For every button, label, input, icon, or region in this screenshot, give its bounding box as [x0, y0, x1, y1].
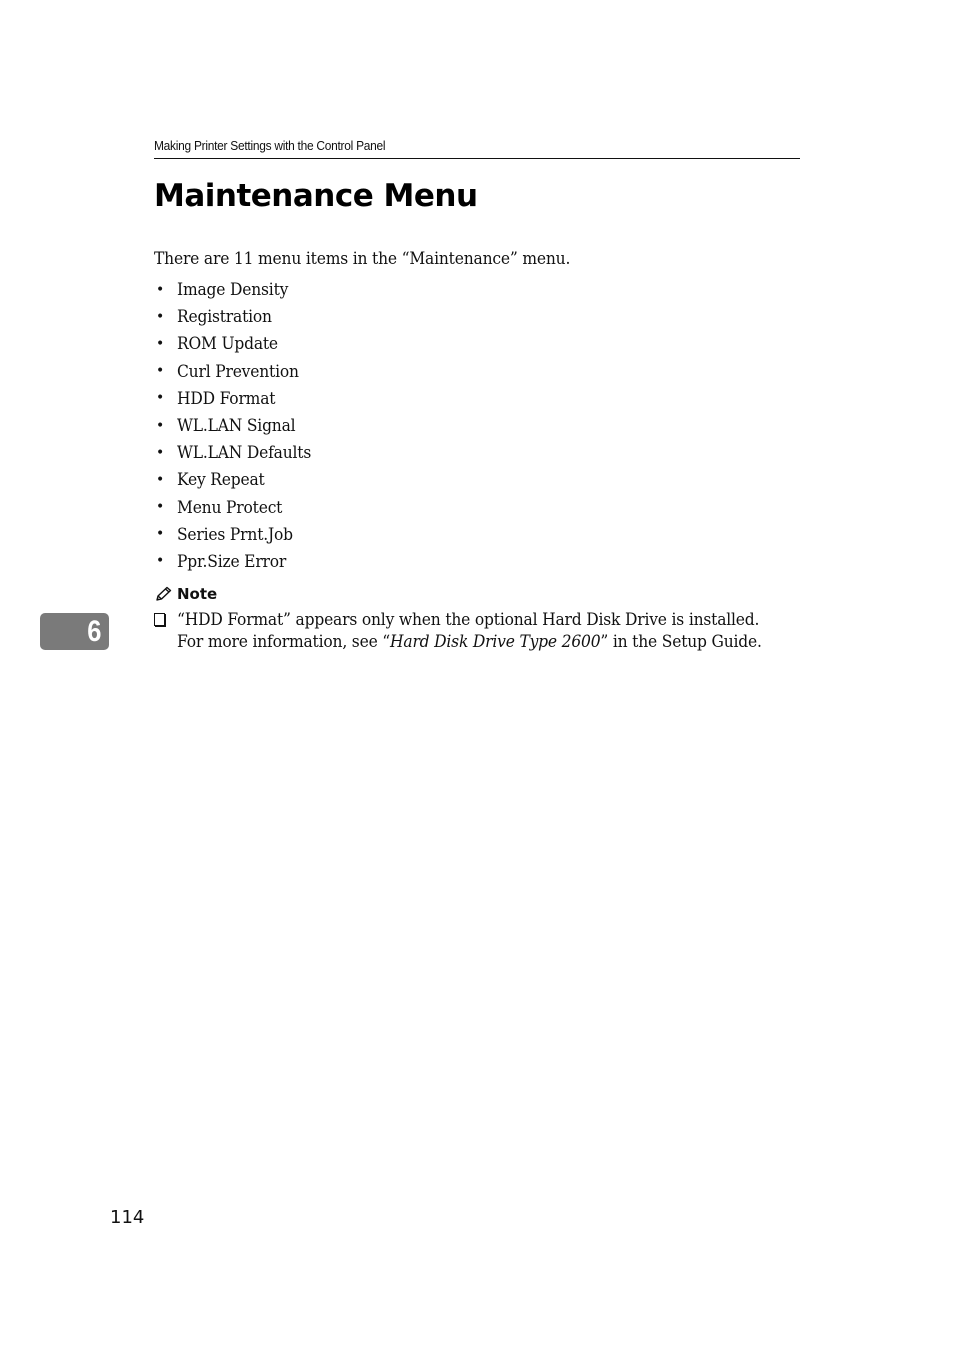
menu-item-label: Series Prnt.Job	[177, 524, 293, 544]
chapter-tab: 6	[40, 613, 109, 650]
header-rule	[154, 158, 800, 159]
bullet-icon: •	[156, 553, 165, 570]
menu-item-label: Registration	[177, 307, 272, 327]
note-heading-label: Note	[177, 585, 218, 603]
list-item: • Key Repeat	[154, 466, 320, 493]
chapter-number: 6	[87, 614, 102, 648]
page-number: 114	[110, 1207, 145, 1228]
menu-item-label: Menu Protect	[177, 497, 283, 517]
note-line-2-suffix: ” in the Setup Guide.	[600, 631, 762, 651]
bullet-icon: •	[156, 390, 165, 407]
bullet-icon: •	[156, 499, 165, 516]
menu-item-label: Image Density	[177, 280, 289, 300]
note-item: “HDD Format” appears only when the optio…	[154, 609, 814, 652]
intro-text: There are 11 menu items in the “Maintena…	[154, 249, 571, 268]
menu-item-list: • Image Density • Registration • ROM Update…	[154, 276, 320, 575]
menu-item-label: WL.LAN Defaults	[177, 443, 312, 463]
note-line-2-prefix: For more information, see “	[177, 631, 391, 651]
list-item: • Registration	[154, 303, 320, 330]
list-item: • WL.LAN Defaults	[154, 439, 320, 466]
bullet-icon: •	[156, 444, 165, 461]
menu-item-label: ROM Update	[177, 334, 278, 354]
list-item: • Curl Prevention	[154, 358, 320, 385]
page-title: Maintenance Menu	[154, 178, 478, 214]
note-line-1: “HDD Format” appears only when the optio…	[177, 610, 760, 629]
menu-item-label: WL.LAN Signal	[177, 416, 296, 436]
list-item: • Image Density	[154, 276, 320, 303]
list-item: • HDD Format	[154, 385, 320, 412]
menu-item-label: Ppr.Size Error	[177, 551, 287, 571]
running-header: Making Printer Settings with the Control…	[154, 138, 386, 153]
list-item: • ROM Update	[154, 330, 320, 357]
menu-item-label: Curl Prevention	[177, 361, 299, 381]
list-item: • Ppr.Size Error	[154, 548, 320, 575]
menu-item-label: HDD Format	[177, 388, 276, 408]
bullet-icon: •	[156, 308, 165, 325]
bullet-icon: •	[156, 281, 165, 298]
bullet-icon: •	[156, 363, 165, 380]
list-item: • Menu Protect	[154, 494, 320, 521]
bullet-icon: •	[156, 471, 165, 488]
checkbox-bullet-icon	[154, 613, 165, 626]
bullet-icon: •	[156, 335, 165, 352]
note-heading: Note	[154, 585, 217, 603]
list-item: • Series Prnt.Job	[154, 521, 320, 548]
bullet-icon: •	[156, 417, 165, 434]
note-line-2: For more information, see “Hard Disk Dri…	[177, 631, 776, 653]
setup-guide-reference: Hard Disk Drive Type 2600	[390, 631, 601, 651]
pencil-icon	[156, 586, 172, 601]
menu-item-label: Key Repeat	[177, 470, 265, 490]
bullet-icon: •	[156, 526, 165, 543]
list-item: • WL.LAN Signal	[154, 412, 320, 439]
